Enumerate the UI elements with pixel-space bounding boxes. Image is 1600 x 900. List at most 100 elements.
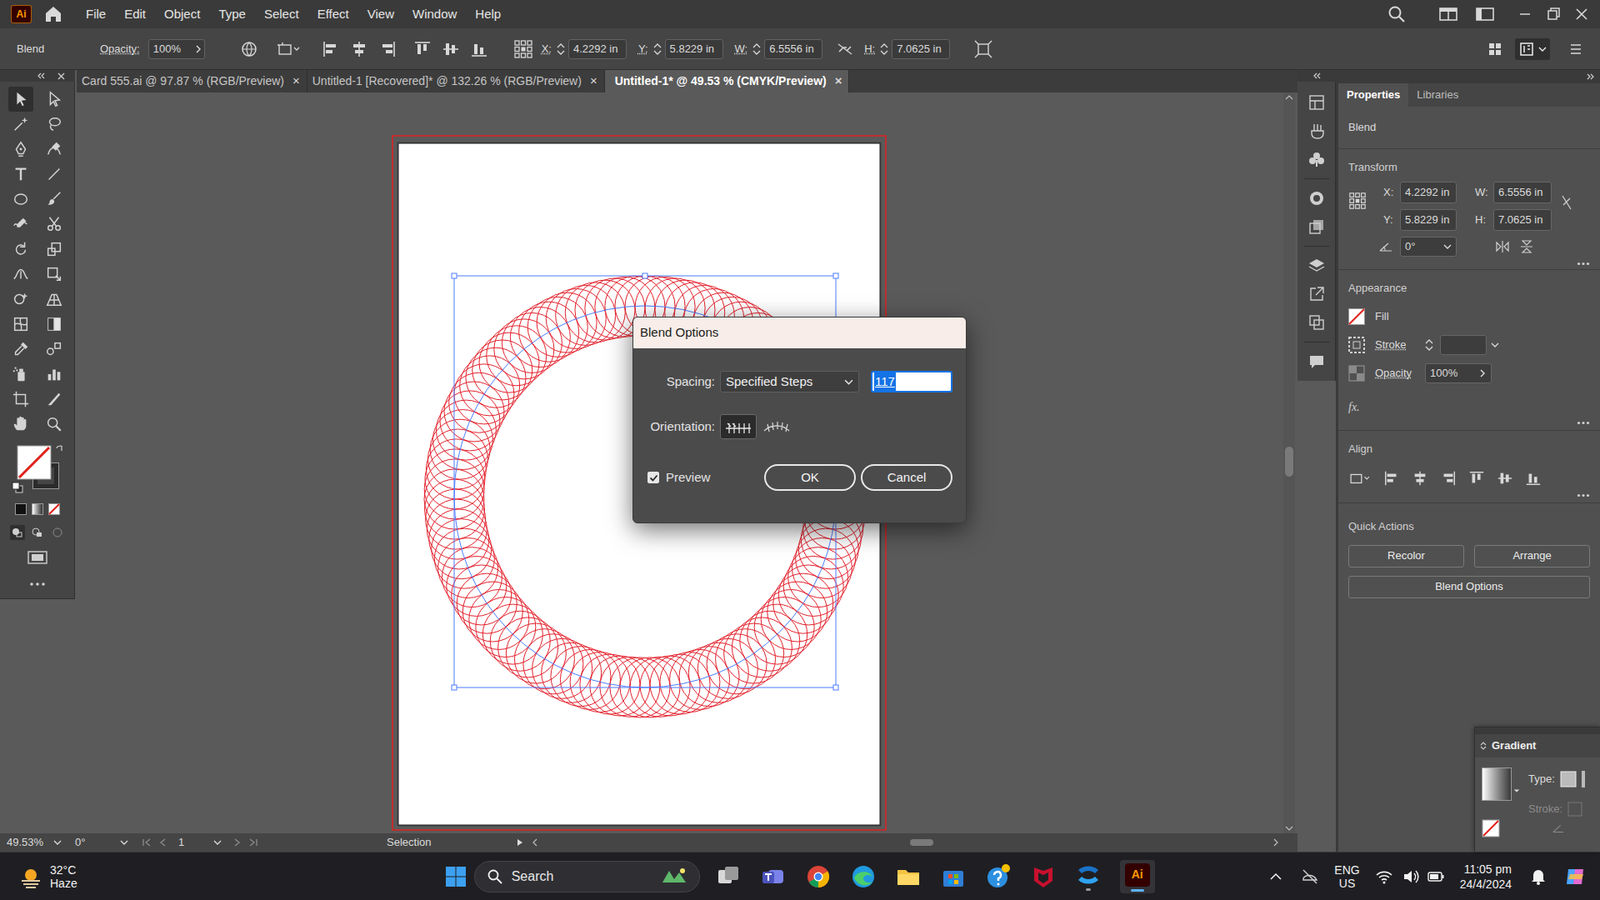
lasso-tool-icon[interactable]	[45, 115, 64, 134]
selection-tool-button[interactable]	[8, 86, 34, 112]
screen-mode-icon[interactable]	[26, 550, 49, 567]
copilot-icon[interactable]	[1563, 864, 1589, 890]
get-help-icon[interactable]	[985, 863, 1012, 890]
panel-toggle[interactable]	[1515, 38, 1550, 60]
spinner-icon[interactable]	[880, 41, 889, 57]
ok-button[interactable]: OK	[764, 464, 856, 491]
spinner-icon[interactable]	[653, 41, 662, 57]
document-tab[interactable]: Untitled-1 [Recovered]* @ 132.26 % (RGB/…	[307, 70, 605, 93]
fill-none-swatch[interactable]	[16, 445, 52, 480]
pen-tool-button[interactable]	[8, 136, 34, 162]
scroll-right-icon[interactable]	[1272, 838, 1280, 847]
linear-gradient-icon[interactable]	[1560, 770, 1577, 788]
last-artboard-icon[interactable]	[248, 838, 259, 847]
align-center-icon[interactable]	[350, 40, 369, 59]
clock[interactable]: 11:05 pm 24/4/2024	[1460, 861, 1512, 892]
curvature-tool-button[interactable]	[41, 136, 67, 162]
menu-item[interactable]: View	[360, 2, 402, 27]
zoom-tool-icon[interactable]	[45, 415, 64, 434]
export-icon[interactable]	[1307, 285, 1326, 304]
artboard-tool-icon[interactable]	[11, 390, 30, 409]
first-artboard-icon[interactable]	[141, 838, 152, 847]
chevron-down-icon[interactable]	[1513, 787, 1520, 795]
slice-tool-icon[interactable]	[45, 390, 64, 409]
recolor-globe-icon[interactable]	[240, 40, 259, 59]
perspective-grid-tool-button[interactable]	[41, 286, 67, 312]
direct-selection-tool-icon[interactable]	[45, 90, 64, 109]
angle-icon[interactable]	[1551, 822, 1565, 835]
status-menu-icon[interactable]	[516, 838, 524, 847]
flip-vertical-icon[interactable]	[1520, 239, 1534, 255]
pen-tool-icon[interactable]	[11, 140, 30, 159]
brushes-icon[interactable]	[1307, 121, 1326, 140]
chevron-down-icon[interactable]	[120, 838, 129, 847]
align-to-icon[interactable]	[276, 40, 302, 59]
perspective-grid-tool-icon[interactable]	[45, 290, 64, 309]
close-panel-icon[interactable]	[57, 72, 65, 80]
shape-builder-tool-icon[interactable]	[11, 290, 30, 309]
align-middle-icon[interactable]	[1496, 470, 1514, 487]
search-icon[interactable]	[1386, 4, 1407, 25]
shaper-tool-icon[interactable]	[11, 215, 30, 234]
artboard-number[interactable]: 1	[178, 834, 214, 851]
column-graph-tool-icon[interactable]	[45, 365, 64, 384]
horizontal-scroll-thumb[interactable]	[910, 839, 934, 846]
ellipse-tool-button[interactable]	[8, 186, 34, 212]
align-bottom-icon[interactable]	[1525, 470, 1542, 487]
illustrator-taskbar-icon[interactable]: Ai	[1125, 863, 1150, 887]
transform-icon[interactable]	[973, 39, 994, 60]
scale-tool-button[interactable]	[41, 236, 67, 262]
rotation[interactable]: 0°	[75, 834, 120, 851]
menu-item[interactable]: Effect	[310, 2, 357, 27]
menu-item[interactable]: Help	[467, 2, 509, 27]
spinner-icon[interactable]	[556, 41, 565, 57]
tab-close[interactable]: ×	[835, 71, 843, 91]
document-tab[interactable]: Card 555.ai @ 97.87 % (RGB/Preview) ×	[76, 70, 308, 93]
mesh-tool-icon[interactable]	[11, 315, 30, 334]
taskbar-search[interactable]: Search	[474, 860, 700, 893]
width-tool-button[interactable]	[8, 261, 34, 287]
draw-inside-icon[interactable]	[50, 525, 65, 540]
collapse-icon[interactable]	[36, 72, 45, 80]
gradient-tool-button[interactable]	[41, 311, 67, 337]
menu-lines-icon[interactable]	[1568, 41, 1584, 57]
eyedropper-tool-button[interactable]	[8, 336, 34, 362]
volume-icon[interactable]	[1401, 868, 1420, 885]
tab-label[interactable]: Untitled-1* @ 49.53 % (CMYK/Preview)	[615, 72, 827, 90]
tab-label[interactable]: Card 555.ai @ 97.87 % (RGB/Preview)	[81, 72, 285, 90]
orientation-button[interactable]	[720, 414, 757, 440]
tab-close[interactable]: ×	[292, 71, 300, 91]
ellipse-tool-icon[interactable]	[11, 190, 30, 209]
direct-selection-tool-button[interactable]	[41, 86, 67, 112]
paintbrush-tool-icon[interactable]	[45, 190, 64, 209]
column-graph-tool-button[interactable]	[41, 361, 67, 387]
chevron-down-icon[interactable]	[213, 838, 222, 847]
store-icon[interactable]	[940, 863, 967, 890]
w-field[interactable]: 6.5556 in	[764, 39, 823, 60]
align-bottom-icon[interactable]	[470, 40, 489, 59]
tab-label[interactable]: Untitled-1 [Recovered]* @ 132.26 % (RGB/…	[312, 72, 582, 90]
free-transform-tool-button[interactable]	[41, 261, 67, 287]
eyedropper-tool-icon[interactable]	[11, 340, 30, 359]
battery-icon[interactable]	[1426, 868, 1445, 885]
arrange-documents-icon[interactable]	[1438, 5, 1459, 23]
vertical-scroll-thumb[interactable]	[1285, 446, 1294, 477]
align-top-icon[interactable]	[413, 40, 432, 59]
transparency-icon[interactable]	[1307, 217, 1326, 236]
line-tool-icon[interactable]	[45, 165, 64, 184]
mcafee-icon[interactable]	[1030, 863, 1057, 890]
canvas[interactable]: Blend Options Spacing: Specified Steps	[76, 92, 1298, 834]
swap-icon[interactable]	[55, 445, 65, 455]
h-field[interactable]: 7.0625 in	[891, 39, 950, 60]
menu-item[interactable]: Edit	[116, 2, 154, 27]
fill-stroke-swatches[interactable]	[10, 445, 65, 497]
x-field[interactable]: 4.2292 in	[1400, 181, 1457, 204]
dialog-title-bar[interactable]: Blend Options	[633, 317, 966, 349]
draw-behind-icon[interactable]	[30, 525, 45, 540]
gradient-tool-icon[interactable]	[45, 315, 64, 334]
cancel-button[interactable]: Cancel	[860, 464, 953, 491]
weather-widget[interactable]: 32°C Haze	[18, 863, 78, 890]
align-right-icon[interactable]	[1440, 470, 1457, 487]
h-field[interactable]: 7.0625 in	[1493, 209, 1552, 231]
align-to-icon[interactable]	[1348, 470, 1372, 487]
